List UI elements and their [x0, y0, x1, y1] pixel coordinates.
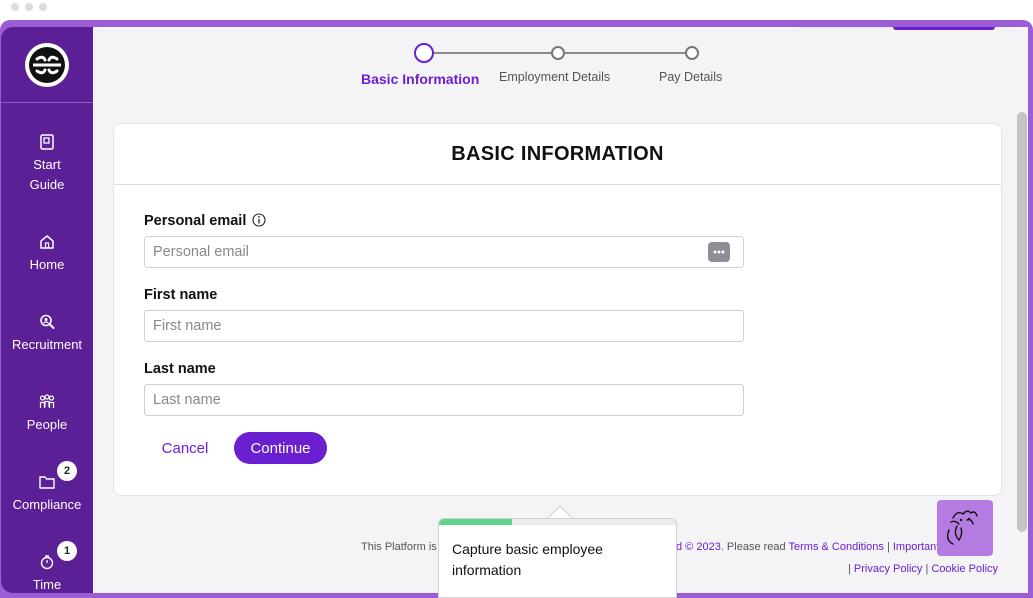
- footer-line-2: | Privacy Policy | Cookie Policy: [848, 563, 998, 575]
- step-3-indicator[interactable]: [685, 46, 699, 60]
- footer-copyright-link-fragment[interactable]: d © 2023: [676, 541, 721, 553]
- privacy-policy-link[interactable]: Privacy Policy: [854, 563, 922, 575]
- assistant-widget-button[interactable]: [937, 500, 993, 556]
- people-icon: [39, 394, 55, 408]
- sidebar-item-label: Home: [29, 257, 65, 272]
- cancel-button[interactable]: Cancel: [150, 432, 220, 464]
- window-close-dot[interactable]: [11, 3, 19, 11]
- assistant-character-icon: [946, 510, 978, 545]
- sidebar-item-label: Time: [32, 577, 62, 592]
- top-secondary-button[interactable]: [800, 27, 890, 29]
- stepper-line: [433, 52, 551, 54]
- search-person-icon: [40, 314, 55, 329]
- password-manager-icon[interactable]: [708, 242, 730, 262]
- stopwatch-icon: [40, 555, 54, 570]
- first-name-input[interactable]: [144, 310, 744, 342]
- step-1-indicator[interactable]: [414, 43, 434, 63]
- cookie-policy-link[interactable]: Cookie Policy: [931, 563, 998, 575]
- tooltip-progress-fill: [439, 519, 513, 525]
- stepper-line: [565, 52, 685, 54]
- window-maximize-dot[interactable]: [39, 3, 47, 11]
- footer-separator: |: [925, 563, 929, 575]
- continue-button[interactable]: Continue: [234, 432, 327, 464]
- footer-separator: |: [886, 541, 890, 553]
- footer-separator: |: [848, 563, 851, 575]
- sidebar-item-label: Start Guide: [29, 157, 65, 192]
- personal-email-label-text: Personal email: [144, 213, 247, 229]
- personal-email-input[interactable]: [144, 236, 744, 268]
- sidebar-item-time[interactable]: Time: [1, 553, 93, 593]
- personal-email-label: Personal email: [144, 213, 266, 229]
- tooltip-progress-bar: [439, 519, 676, 525]
- compliance-badge: 2: [57, 461, 77, 481]
- last-name-label: Last name: [144, 361, 216, 377]
- step-label-employment-details[interactable]: Employment Details: [499, 70, 610, 84]
- folder-icon: [39, 476, 55, 489]
- footer-text-prefix: This Platform is: [361, 541, 437, 553]
- sidebar-item-label: People: [26, 417, 68, 432]
- sidebar-item-start-guide[interactable]: Start Guide: [1, 133, 93, 195]
- sidebar-item-label: Compliance: [12, 497, 82, 512]
- step-2-indicator[interactable]: [551, 46, 565, 60]
- scrollbar[interactable]: [1017, 112, 1027, 532]
- sidebar-item-recruitment[interactable]: Recruitment: [1, 313, 93, 355]
- logo-area: [1, 27, 93, 103]
- info-icon[interactable]: [252, 213, 266, 227]
- guide-tooltip: Capture basic employee information: [438, 518, 677, 598]
- window-titlebar: [0, 0, 1033, 20]
- sidebar-item-compliance[interactable]: Compliance: [1, 473, 93, 515]
- important-link[interactable]: Important: [893, 541, 939, 553]
- step-label-pay-details[interactable]: Pay Details: [659, 70, 722, 84]
- footer-copyright-text: . Please read: [720, 541, 789, 553]
- sidebar-item-home[interactable]: Home: [1, 233, 93, 275]
- card-title: BASIC INFORMATION: [114, 124, 1001, 185]
- time-badge: 1: [57, 541, 77, 561]
- step-label-basic-information[interactable]: Basic Information: [361, 71, 479, 87]
- brand-logo[interactable]: [25, 43, 69, 87]
- sidebar: Start Guide Home Recruitment People Comp…: [1, 27, 93, 593]
- last-name-input[interactable]: [144, 384, 744, 416]
- book-icon: [40, 134, 54, 150]
- footer-line-1: d © 2023. Please read Terms & Conditions…: [676, 541, 939, 553]
- window-minimize-dot[interactable]: [25, 3, 33, 11]
- terms-link[interactable]: Terms & Conditions: [789, 541, 884, 553]
- sidebar-item-people[interactable]: People: [1, 393, 93, 435]
- first-name-label: First name: [144, 287, 218, 303]
- home-icon: [40, 235, 54, 249]
- top-primary-button[interactable]: [893, 27, 995, 30]
- tooltip-text: Capture basic employee information: [452, 541, 603, 578]
- sidebar-item-label: Recruitment: [11, 337, 83, 352]
